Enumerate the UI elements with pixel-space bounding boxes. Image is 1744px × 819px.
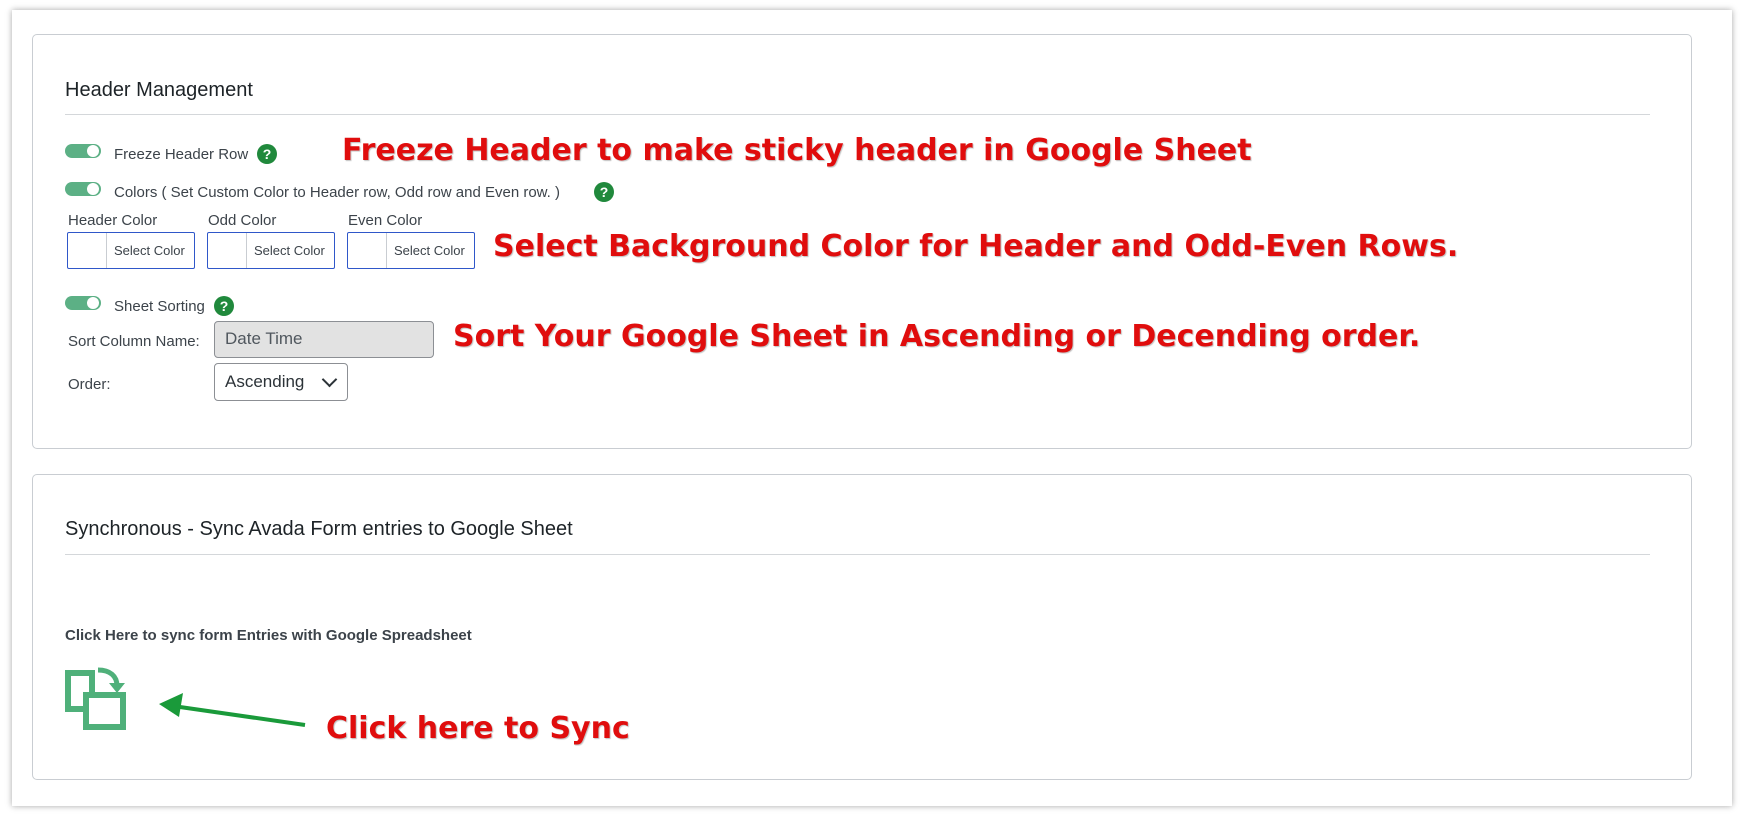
even-color-label: Even Color	[348, 212, 423, 229]
even-color-picker[interactable]: Select Color	[347, 232, 475, 269]
order-label: Order:	[68, 376, 111, 393]
odd-color-label: Odd Color	[208, 212, 277, 229]
colors-label: Colors ( Set Custom Color to Header row,…	[114, 184, 561, 201]
even-color-button-label: Select Color	[394, 243, 465, 258]
sync-caption: Click Here to sync form Entries with Goo…	[65, 627, 472, 644]
freeze-header-toggle[interactable]	[65, 144, 101, 158]
header-color-picker[interactable]: Select Color	[67, 232, 195, 269]
odd-color-picker[interactable]: Select Color	[207, 232, 335, 269]
freeze-help-icon[interactable]: ?	[257, 144, 277, 164]
sync-icon[interactable]	[65, 666, 129, 732]
freeze-header-label: Freeze Header Row	[114, 146, 249, 163]
chevron-down-icon	[321, 371, 338, 388]
sync-panel-title: Synchronous - Sync Avada Form entries to…	[65, 518, 573, 540]
sorting-help-icon[interactable]: ?	[214, 296, 234, 316]
header-color-button-label: Select Color	[114, 243, 185, 258]
sort-column-input[interactable]: Date Time	[214, 321, 434, 358]
sync-panel: Synchronous - Sync Avada Form entries to…	[32, 474, 1692, 780]
header-color-label: Header Color	[68, 212, 158, 229]
annotation-sorting: Sort Your Google Sheet in Ascending or D…	[453, 319, 1421, 354]
odd-color-button-label: Select Color	[254, 243, 325, 258]
order-select-value: Ascending	[225, 372, 305, 391]
sheet-sorting-toggle[interactable]	[65, 296, 101, 310]
arrow-icon	[159, 693, 306, 727]
annotation-freeze: Freeze Header to make sticky header in G…	[342, 133, 1252, 168]
even-color-swatch[interactable]	[348, 233, 387, 268]
sheet-sorting-label: Sheet Sorting	[114, 298, 205, 315]
sort-column-label: Sort Column Name:	[68, 333, 200, 350]
header-panel-title: Header Management	[65, 79, 253, 101]
annotation-sync: Click here to Sync	[326, 711, 630, 746]
sync-panel-divider	[65, 554, 1650, 555]
annotation-colors: Select Background Color for Header and O…	[493, 229, 1459, 264]
header-color-swatch[interactable]	[68, 233, 107, 268]
odd-color-swatch[interactable]	[208, 233, 247, 268]
colors-help-icon[interactable]: ?	[594, 182, 614, 202]
order-select[interactable]: Ascending	[214, 363, 348, 401]
header-panel-divider	[65, 114, 1650, 115]
colors-toggle[interactable]	[65, 182, 101, 196]
